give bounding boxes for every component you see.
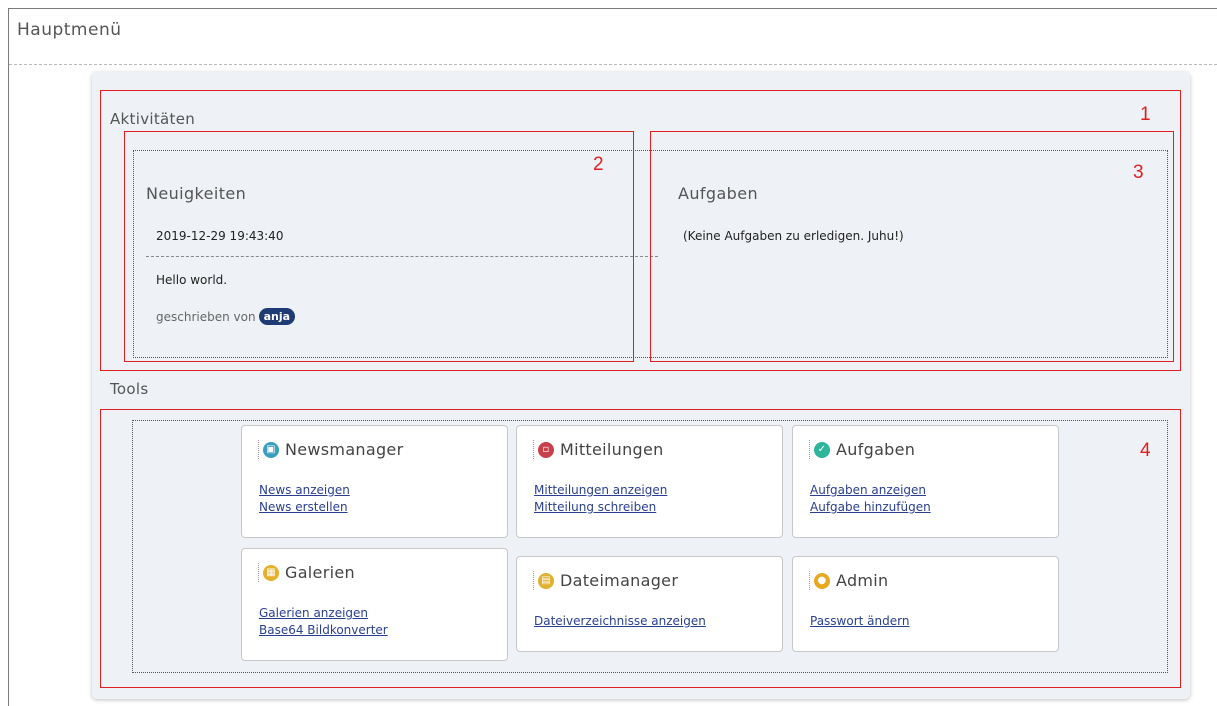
annotation-box-3 <box>650 131 1174 362</box>
annotation-number-3: 3 <box>1133 162 1144 183</box>
title-divider <box>9 64 1217 65</box>
annotation-box-4 <box>100 409 1181 688</box>
annotation-box-2 <box>124 131 634 362</box>
page-title: Hauptmenü <box>17 20 122 40</box>
annotation-number-2: 2 <box>593 154 604 175</box>
annotation-number-1: 1 <box>1140 104 1151 125</box>
tools-heading: Tools <box>110 380 149 398</box>
annotation-number-4: 4 <box>1140 440 1151 461</box>
